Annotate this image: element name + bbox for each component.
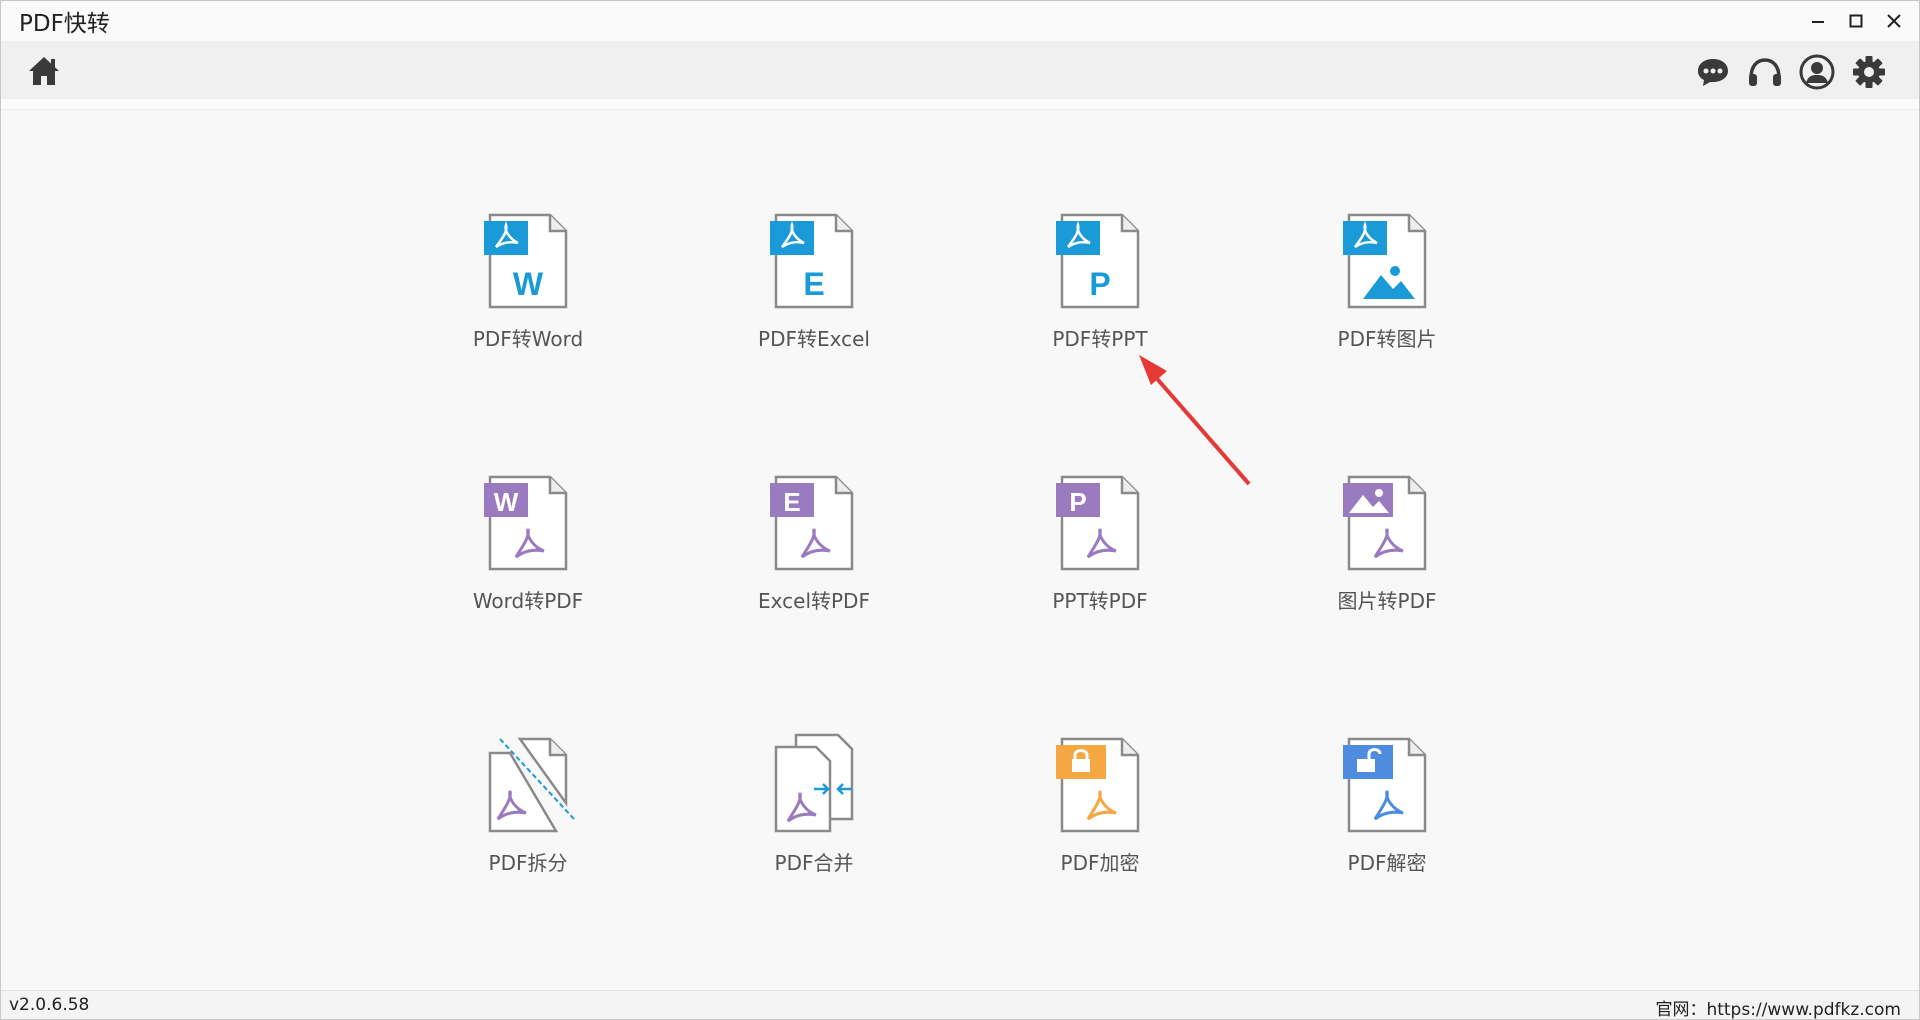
tool-label: PDF合并 — [774, 851, 854, 875]
tool-label: PDF转Word — [472, 327, 584, 351]
tool-ppt-to-pdf[interactable]: P PPT转PDF — [1000, 471, 1200, 621]
version-label: v2.0.6.58 — [9, 995, 90, 1015]
tool-pdf-encrypt[interactable]: PDF加密 — [1000, 733, 1200, 883]
tool-label: PDF拆分 — [488, 851, 568, 875]
title-bar: PDF快转 — [1, 1, 1919, 41]
tool-pdf-split[interactable]: PDF拆分 — [428, 733, 628, 883]
tool-label: PDF转图片 — [1337, 327, 1437, 351]
tool-excel-to-pdf[interactable]: E Excel转PDF — [714, 471, 914, 621]
word-to-pdf-icon: W — [484, 475, 568, 571]
status-bar: v2.0.6.58 官网：https://www.pdfkz.com — [1, 990, 1919, 1019]
tool-pdf-merge[interactable]: PDF合并 — [714, 733, 914, 883]
svg-text:E: E — [783, 487, 800, 517]
tool-pdf-to-ppt[interactable]: P PDF转PPT — [1000, 209, 1200, 359]
tool-label: PDF转Excel — [758, 327, 870, 351]
feedback-button[interactable] — [1695, 54, 1731, 90]
home-button[interactable] — [27, 55, 61, 87]
website-link[interactable]: 官网：https://www.pdfkz.com — [1655, 995, 1901, 1019]
headset-icon — [1749, 58, 1781, 86]
tool-image-to-pdf[interactable]: 图片转PDF — [1287, 471, 1487, 621]
app-window: PDF快转 W PDF转Word E PDF转Excel P PDF转PPT P… — [0, 0, 1920, 1020]
account-button[interactable] — [1799, 54, 1835, 90]
gear-icon — [1853, 56, 1885, 88]
tool-pdf-decrypt[interactable]: PDF解密 — [1287, 733, 1487, 883]
maximize-button[interactable] — [1845, 10, 1867, 32]
toolbar-divider — [1, 99, 1919, 110]
close-icon — [1887, 14, 1901, 28]
tool-label: PPT转PDF — [1052, 589, 1148, 613]
svg-text:W: W — [513, 266, 544, 302]
user-icon — [1799, 54, 1835, 90]
main-toolbar — [1, 41, 1919, 100]
tool-label: PDF解密 — [1347, 851, 1427, 875]
svg-text:W: W — [494, 487, 519, 517]
tool-label: Excel转PDF — [758, 589, 870, 613]
tool-label: Word转PDF — [472, 589, 584, 613]
app-title: PDF快转 — [19, 11, 110, 37]
settings-button[interactable] — [1851, 54, 1887, 90]
excel-to-pdf-icon: E — [770, 475, 854, 571]
svg-text:P: P — [1089, 266, 1110, 302]
pdf-to-ppt-icon: P — [1056, 213, 1140, 309]
toolbar-right-icons — [1695, 54, 1887, 90]
image-to-pdf-icon — [1343, 475, 1427, 571]
close-button[interactable] — [1883, 10, 1905, 32]
home-icon — [29, 57, 59, 85]
pdf-to-image-icon — [1343, 213, 1427, 309]
window-controls — [1807, 1, 1905, 41]
tool-pdf-to-excel[interactable]: E PDF转Excel — [714, 209, 914, 359]
pdf-split-icon — [488, 737, 575, 833]
chat-icon — [1698, 59, 1728, 86]
pdf-to-excel-icon: E — [770, 213, 854, 309]
maximize-icon — [1849, 14, 1863, 28]
pdf-to-word-icon: W — [484, 213, 568, 309]
tool-label: PDF转PPT — [1052, 327, 1148, 351]
minimize-button[interactable] — [1807, 10, 1829, 32]
tool-pdf-to-image[interactable]: PDF转图片 — [1287, 209, 1487, 359]
tool-label: PDF加密 — [1060, 851, 1140, 875]
pdf-decrypt-icon — [1343, 737, 1427, 833]
pdf-merge-icon — [774, 733, 854, 833]
tool-pdf-to-word[interactable]: W PDF转Word — [428, 209, 628, 359]
tool-word-to-pdf[interactable]: W Word转PDF — [428, 471, 628, 621]
svg-text:E: E — [803, 266, 824, 302]
pdf-encrypt-icon — [1056, 737, 1140, 833]
minimize-icon — [1812, 21, 1824, 23]
support-button[interactable] — [1747, 54, 1783, 90]
tool-label: 图片转PDF — [1337, 589, 1437, 613]
svg-text:P: P — [1069, 487, 1086, 517]
ppt-to-pdf-icon: P — [1056, 475, 1140, 571]
